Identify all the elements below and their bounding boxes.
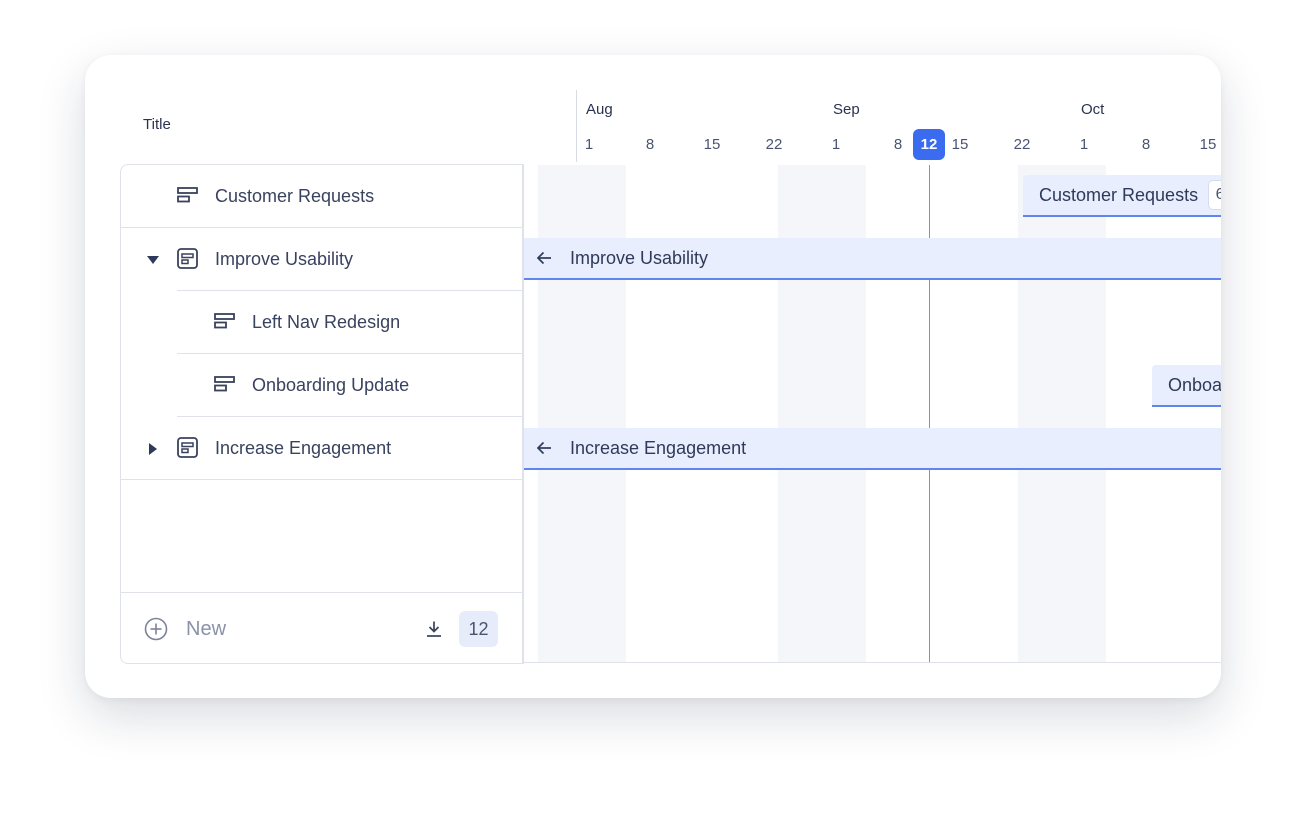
collapse-caret-icon[interactable] <box>149 443 157 455</box>
footer-divider <box>121 592 523 593</box>
timeline-grid: Customer Requests 6 Improve Usability On… <box>524 165 1221 663</box>
day-label: 8 <box>1141 136 1151 153</box>
title-column-header[interactable]: Title <box>143 116 171 133</box>
bar-label: Customer Requests <box>1039 184 1199 205</box>
timeline-bar-customer-requests[interactable]: Customer Requests 6 <box>1023 175 1221 217</box>
day-label: 1 <box>831 136 841 153</box>
list-item-increase-engagement[interactable]: Increase Engagement <box>121 417 523 480</box>
list-item-label: Improve Usability <box>215 249 354 269</box>
list-item-label: Customer Requests <box>215 186 375 206</box>
list-item-label: Left Nav Redesign <box>252 312 401 332</box>
expand-caret-icon[interactable] <box>147 256 159 264</box>
row-divider <box>121 479 523 480</box>
day-label: 22 <box>1013 136 1031 153</box>
day-label: 15 <box>1199 136 1217 153</box>
feature-icon <box>177 187 199 203</box>
roadmap-card: Title Aug Sep Oct 1 8 15 22 1 8 15 22 1 … <box>85 55 1221 698</box>
month-label-aug: Aug <box>586 101 613 118</box>
item-count-badge: 12 <box>459 611 498 647</box>
item-list-panel: Customer Requests Improve Usability Left… <box>120 164 523 664</box>
bar-label: Increase Engagement <box>570 437 747 458</box>
list-item-label: Onboarding Update <box>252 375 410 395</box>
timeline-bar-increase-engagement[interactable]: Increase Engagement <box>524 428 1221 470</box>
bar-count-chip: 6 <box>1208 180 1221 210</box>
day-label: 15 <box>951 136 969 153</box>
list-item-customer-requests[interactable]: Customer Requests <box>121 165 523 228</box>
month-label-oct: Oct <box>1081 101 1105 118</box>
add-circle-icon[interactable] <box>144 617 168 641</box>
list-item-label: Increase Engagement <box>215 438 392 458</box>
day-label: 8 <box>893 136 903 153</box>
bar-label: Improve Usability <box>570 247 709 268</box>
day-label: 1 <box>1079 136 1089 153</box>
timeline-bar-improve-usability[interactable]: Improve Usability <box>524 238 1221 280</box>
list-item-onboarding-update[interactable]: Onboarding Update <box>121 354 523 417</box>
feature-icon <box>214 376 236 392</box>
new-item-button[interactable]: New <box>186 618 226 641</box>
arrow-left-icon[interactable] <box>536 441 552 455</box>
day-label: 1 <box>584 136 594 153</box>
initiative-icon <box>177 437 199 459</box>
timeline-bar-onboarding-update[interactable]: Onboarding Update <box>1152 365 1221 407</box>
list-item-improve-usability[interactable]: Improve Usability <box>121 228 523 291</box>
day-label: 8 <box>645 136 655 153</box>
arrow-left-icon[interactable] <box>536 251 552 265</box>
feature-icon <box>214 313 236 329</box>
list-item-left-nav-redesign[interactable]: Left Nav Redesign <box>121 291 523 354</box>
bar-label: Onboarding Update <box>1168 374 1221 395</box>
initiative-icon <box>177 248 199 270</box>
download-icon[interactable] <box>425 620 443 638</box>
day-label: 15 <box>703 136 721 153</box>
month-label-sep: Sep <box>833 101 860 118</box>
day-label: 22 <box>765 136 783 153</box>
today-marker: 12 <box>913 129 945 160</box>
